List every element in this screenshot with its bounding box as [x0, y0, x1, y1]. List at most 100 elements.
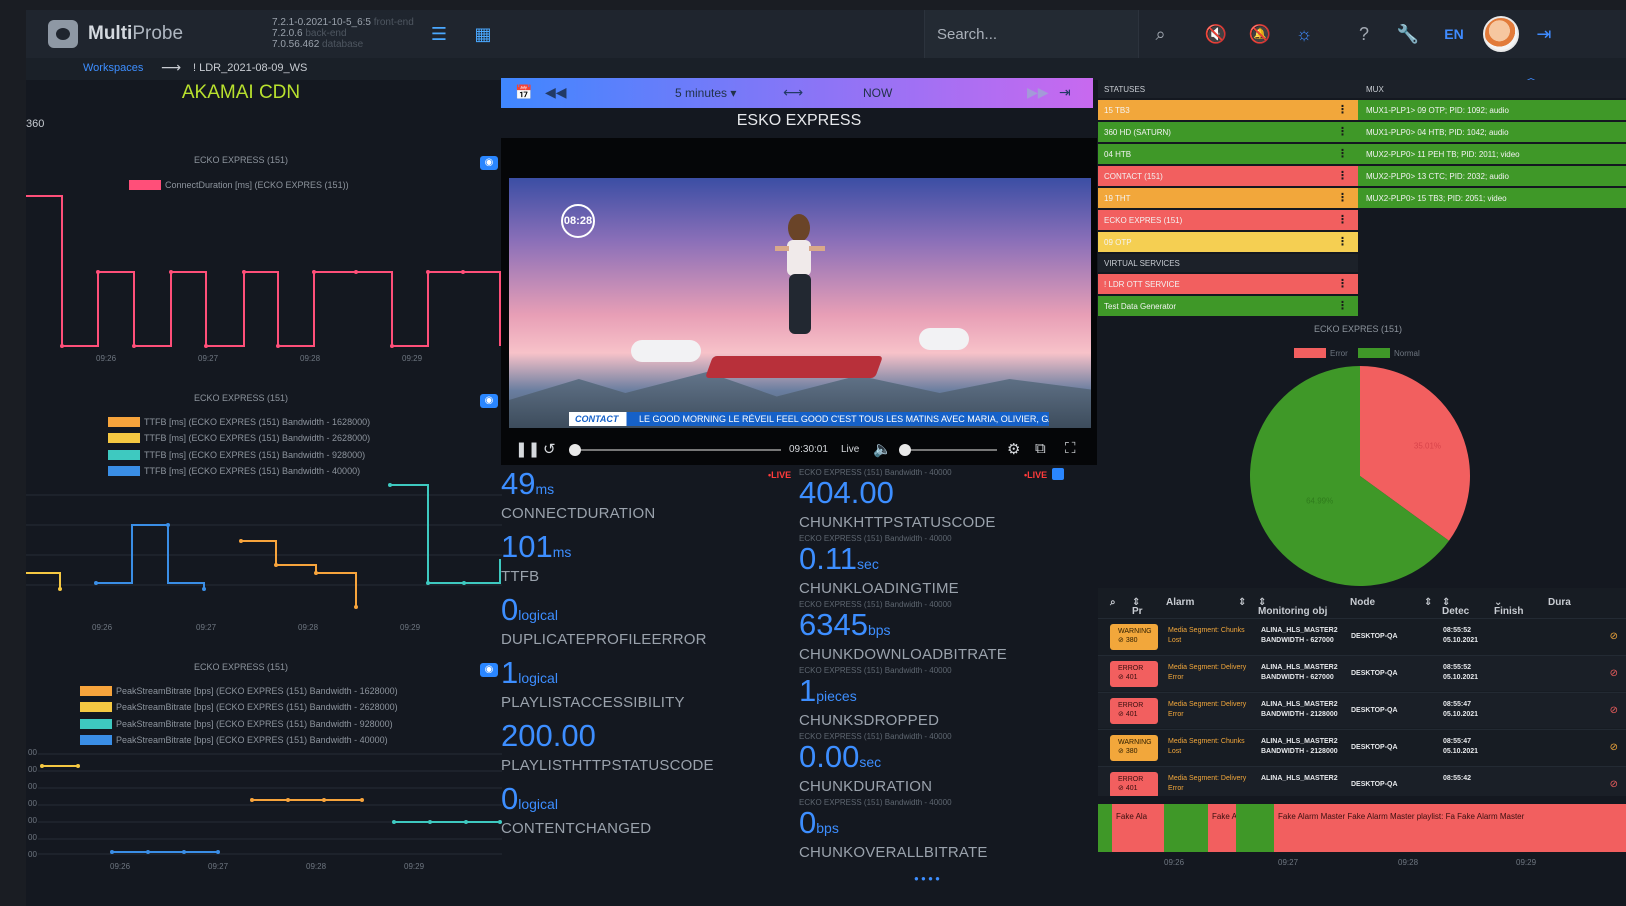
table-row[interactable]: WARNING ⊘ 380 Media Segment: Chunks Lost …: [1098, 618, 1626, 654]
breadcrumb-workspaces-link[interactable]: Workspaces: [83, 62, 143, 74]
checklist-icon[interactable]: ☰: [428, 24, 450, 44]
table-row[interactable]: ERROR ⊘ 401 Media Segment: Delivery Error…: [1098, 766, 1626, 796]
alarm-status-icon[interactable]: ⊘: [1610, 668, 1618, 679]
theme-brightness-icon[interactable]: ☼: [1282, 10, 1326, 58]
mute-sound-icon[interactable]: 🔇: [1194, 10, 1238, 58]
settings-gear-icon[interactable]: ⚙: [1007, 440, 1020, 458]
column-header-finish[interactable]: Finish ⌄: [1494, 597, 1523, 617]
alarm-status-icon[interactable]: ⊘: [1610, 742, 1618, 753]
row-menu-icon[interactable]: ⋮: [1337, 103, 1348, 116]
alarm-status-icon[interactable]: ⊘: [1610, 705, 1618, 716]
user-avatar[interactable]: [1483, 16, 1519, 52]
chart2-legend-item[interactable]: TTFB [ms] (ECKO EXPRES (151) Bandwidth -…: [108, 450, 365, 460]
chart1-visibility-eye-icon[interactable]: ◉: [480, 156, 498, 170]
video-frame[interactable]: 08:28 CONTACT LE GOOD MORNING LE RÉVEIL …: [509, 178, 1091, 428]
chart2-legend-item[interactable]: TTFB [ms] (ECKO EXPRES (151) Bandwidth -…: [108, 433, 370, 443]
live-toggle-icon[interactable]: [1052, 468, 1064, 480]
player-live-label[interactable]: Live: [841, 444, 859, 455]
settings-wrench-icon[interactable]: 🔧: [1386, 10, 1430, 58]
logout-icon[interactable]: ⇥: [1522, 10, 1566, 58]
chart3-visibility-eye-icon[interactable]: ◉: [480, 663, 498, 677]
timeline-segment-normal[interactable]: [1164, 804, 1208, 852]
chart2-visibility-eye-icon[interactable]: ◉: [480, 394, 498, 408]
pie-legend-normal[interactable]: Normal: [1358, 348, 1420, 358]
status-row[interactable]: 19 THT ⋮: [1098, 188, 1358, 208]
pie-legend-error[interactable]: Error: [1294, 348, 1348, 358]
chart2-legend-item[interactable]: TTFB [ms] (ECKO EXPRES (151) Bandwidth -…: [108, 417, 370, 427]
replay-icon[interactable]: ↺: [543, 440, 556, 458]
volume-knob[interactable]: [899, 444, 911, 456]
column-header-priority[interactable]: Pr ⇕: [1132, 597, 1143, 617]
alarm-timeline[interactable]: Fake Ala Fake Ala Fake Alarm Master Fake…: [1098, 800, 1626, 852]
notifications-off-icon[interactable]: 🔕: [1238, 10, 1282, 58]
multiprobe-logo-icon[interactable]: [48, 20, 78, 48]
status-row[interactable]: 15 TB3 ⋮: [1098, 100, 1358, 120]
sort-icon[interactable]: ⇕: [1424, 597, 1432, 608]
search-icon[interactable]: ⌕: [1138, 10, 1182, 58]
fullscreen-icon[interactable]: ⛶: [1065, 440, 1076, 457]
picture-in-picture-icon[interactable]: ⧉: [1035, 440, 1046, 457]
mux-row[interactable]: MUX2-PLP0> 11 PEH TB; PID: 2011; video: [1358, 144, 1626, 164]
timeline-segment-alarm[interactable]: Fake Ala: [1208, 804, 1236, 852]
time-range-bar: 📅 ◀◀ 5 minutes ▾ ⟷ NOW ▶▶ ⇥: [501, 78, 1093, 108]
dashboard-grid-icon[interactable]: ▦: [472, 24, 494, 44]
virtual-service-row[interactable]: ! LDR OTT SERVICE ⋮: [1098, 274, 1358, 294]
virtual-service-row[interactable]: Test Data Generator ⋮: [1098, 296, 1358, 316]
skip-to-end-icon[interactable]: ⇥: [1059, 84, 1071, 101]
alarm-status-icon[interactable]: ⊘: [1610, 779, 1618, 790]
row-menu-icon[interactable]: ⋮: [1337, 277, 1348, 290]
column-header-duration[interactable]: Dura: [1548, 597, 1571, 608]
timeline-segment-alarm[interactable]: Fake Ala: [1112, 804, 1164, 852]
table-row[interactable]: ERROR ⊘ 401 Media Segment: Delivery Error…: [1098, 692, 1626, 728]
pause-icon[interactable]: ❚❚: [515, 440, 540, 458]
row-menu-icon[interactable]: ⋮: [1337, 213, 1348, 226]
help-icon[interactable]: ?: [1342, 10, 1386, 58]
row-menu-icon[interactable]: ⋮: [1337, 299, 1348, 312]
status-row[interactable]: CONTACT (151) ⋮: [1098, 166, 1358, 186]
volume-mute-icon[interactable]: 🔈: [873, 440, 892, 458]
table-row[interactable]: WARNING ⊘ 380 Media Segment: Chunks Lost …: [1098, 729, 1626, 765]
sort-icon[interactable]: ⇕: [1238, 597, 1246, 608]
timeline-segment-normal[interactable]: [1098, 804, 1112, 852]
volume-slider[interactable]: [901, 449, 997, 451]
row-menu-icon[interactable]: ⋮: [1337, 235, 1348, 248]
mux-row[interactable]: MUX1-PLP0> 04 HTB; PID: 1042; audio: [1358, 122, 1626, 142]
mux-row[interactable]: MUX2-PLP0> 13 CTC; PID: 2032; audio: [1358, 166, 1626, 186]
row-menu-icon[interactable]: ⋮: [1337, 169, 1348, 182]
chart3-legend-item[interactable]: PeakStreamBitrate [bps] (ECKO EXPRES (15…: [80, 686, 398, 696]
metrics-pager-dots[interactable]: ● ● ● ●: [914, 874, 940, 883]
range-expand-icon[interactable]: ⟷: [783, 84, 803, 101]
timeline-segment-alarm[interactable]: Fake Alarm Master Fake Alarm Master play…: [1274, 804, 1626, 852]
search-input[interactable]: [937, 24, 1127, 44]
status-row[interactable]: ECKO EXPRES (151) ⋮: [1098, 210, 1358, 230]
chart3-legend-item[interactable]: PeakStreamBitrate [bps] (ECKO EXPRES (15…: [80, 702, 398, 712]
row-menu-icon[interactable]: ⋮: [1337, 125, 1348, 138]
chart3-ytick: 00: [28, 748, 37, 757]
column-header-monitoring-object[interactable]: Monitoring obj ⇕: [1258, 597, 1327, 617]
timeline-segment-normal[interactable]: [1236, 804, 1274, 852]
row-menu-icon[interactable]: ⋮: [1337, 191, 1348, 204]
now-button[interactable]: NOW: [863, 86, 892, 100]
calendar-icon[interactable]: 📅: [515, 84, 532, 101]
status-row[interactable]: 360 HD (SATURN) ⋮: [1098, 122, 1358, 142]
mux-row[interactable]: MUX1-PLP1> 09 OTP; PID: 1092; audio: [1358, 100, 1626, 120]
table-search-icon[interactable]: ⌕: [1110, 597, 1116, 608]
time-range-select[interactable]: 5 minutes ▾: [675, 86, 736, 100]
app-name[interactable]: MultiProbe: [88, 23, 183, 45]
table-row[interactable]: ERROR ⊘ 401 Media Segment: Delivery Error…: [1098, 655, 1626, 691]
column-header-alarm[interactable]: Alarm: [1166, 597, 1194, 608]
column-header-detected[interactable]: Detec ⇕: [1442, 597, 1469, 617]
chart3-legend-item[interactable]: PeakStreamBitrate [bps] (ECKO EXPRES (15…: [80, 719, 393, 729]
seek-bar[interactable]: [571, 449, 781, 451]
status-row[interactable]: 04 HTB ⋮: [1098, 144, 1358, 164]
video-player[interactable]: 08:28 CONTACT LE GOOD MORNING LE RÉVEIL …: [501, 138, 1097, 465]
seek-knob[interactable]: [569, 444, 581, 456]
mux-row[interactable]: MUX2-PLP0> 15 TB3; PID: 2051; video: [1358, 188, 1626, 208]
column-header-node[interactable]: Node: [1350, 597, 1375, 608]
language-selector[interactable]: EN: [1432, 10, 1476, 58]
row-menu-icon[interactable]: ⋮: [1337, 147, 1348, 160]
rewind-icon[interactable]: ◀◀: [545, 84, 567, 101]
status-row[interactable]: 09 OTP ⋮: [1098, 232, 1358, 252]
alarm-status-icon[interactable]: ⊘: [1610, 631, 1618, 642]
fast-forward-icon[interactable]: ▶▶: [1027, 84, 1049, 101]
